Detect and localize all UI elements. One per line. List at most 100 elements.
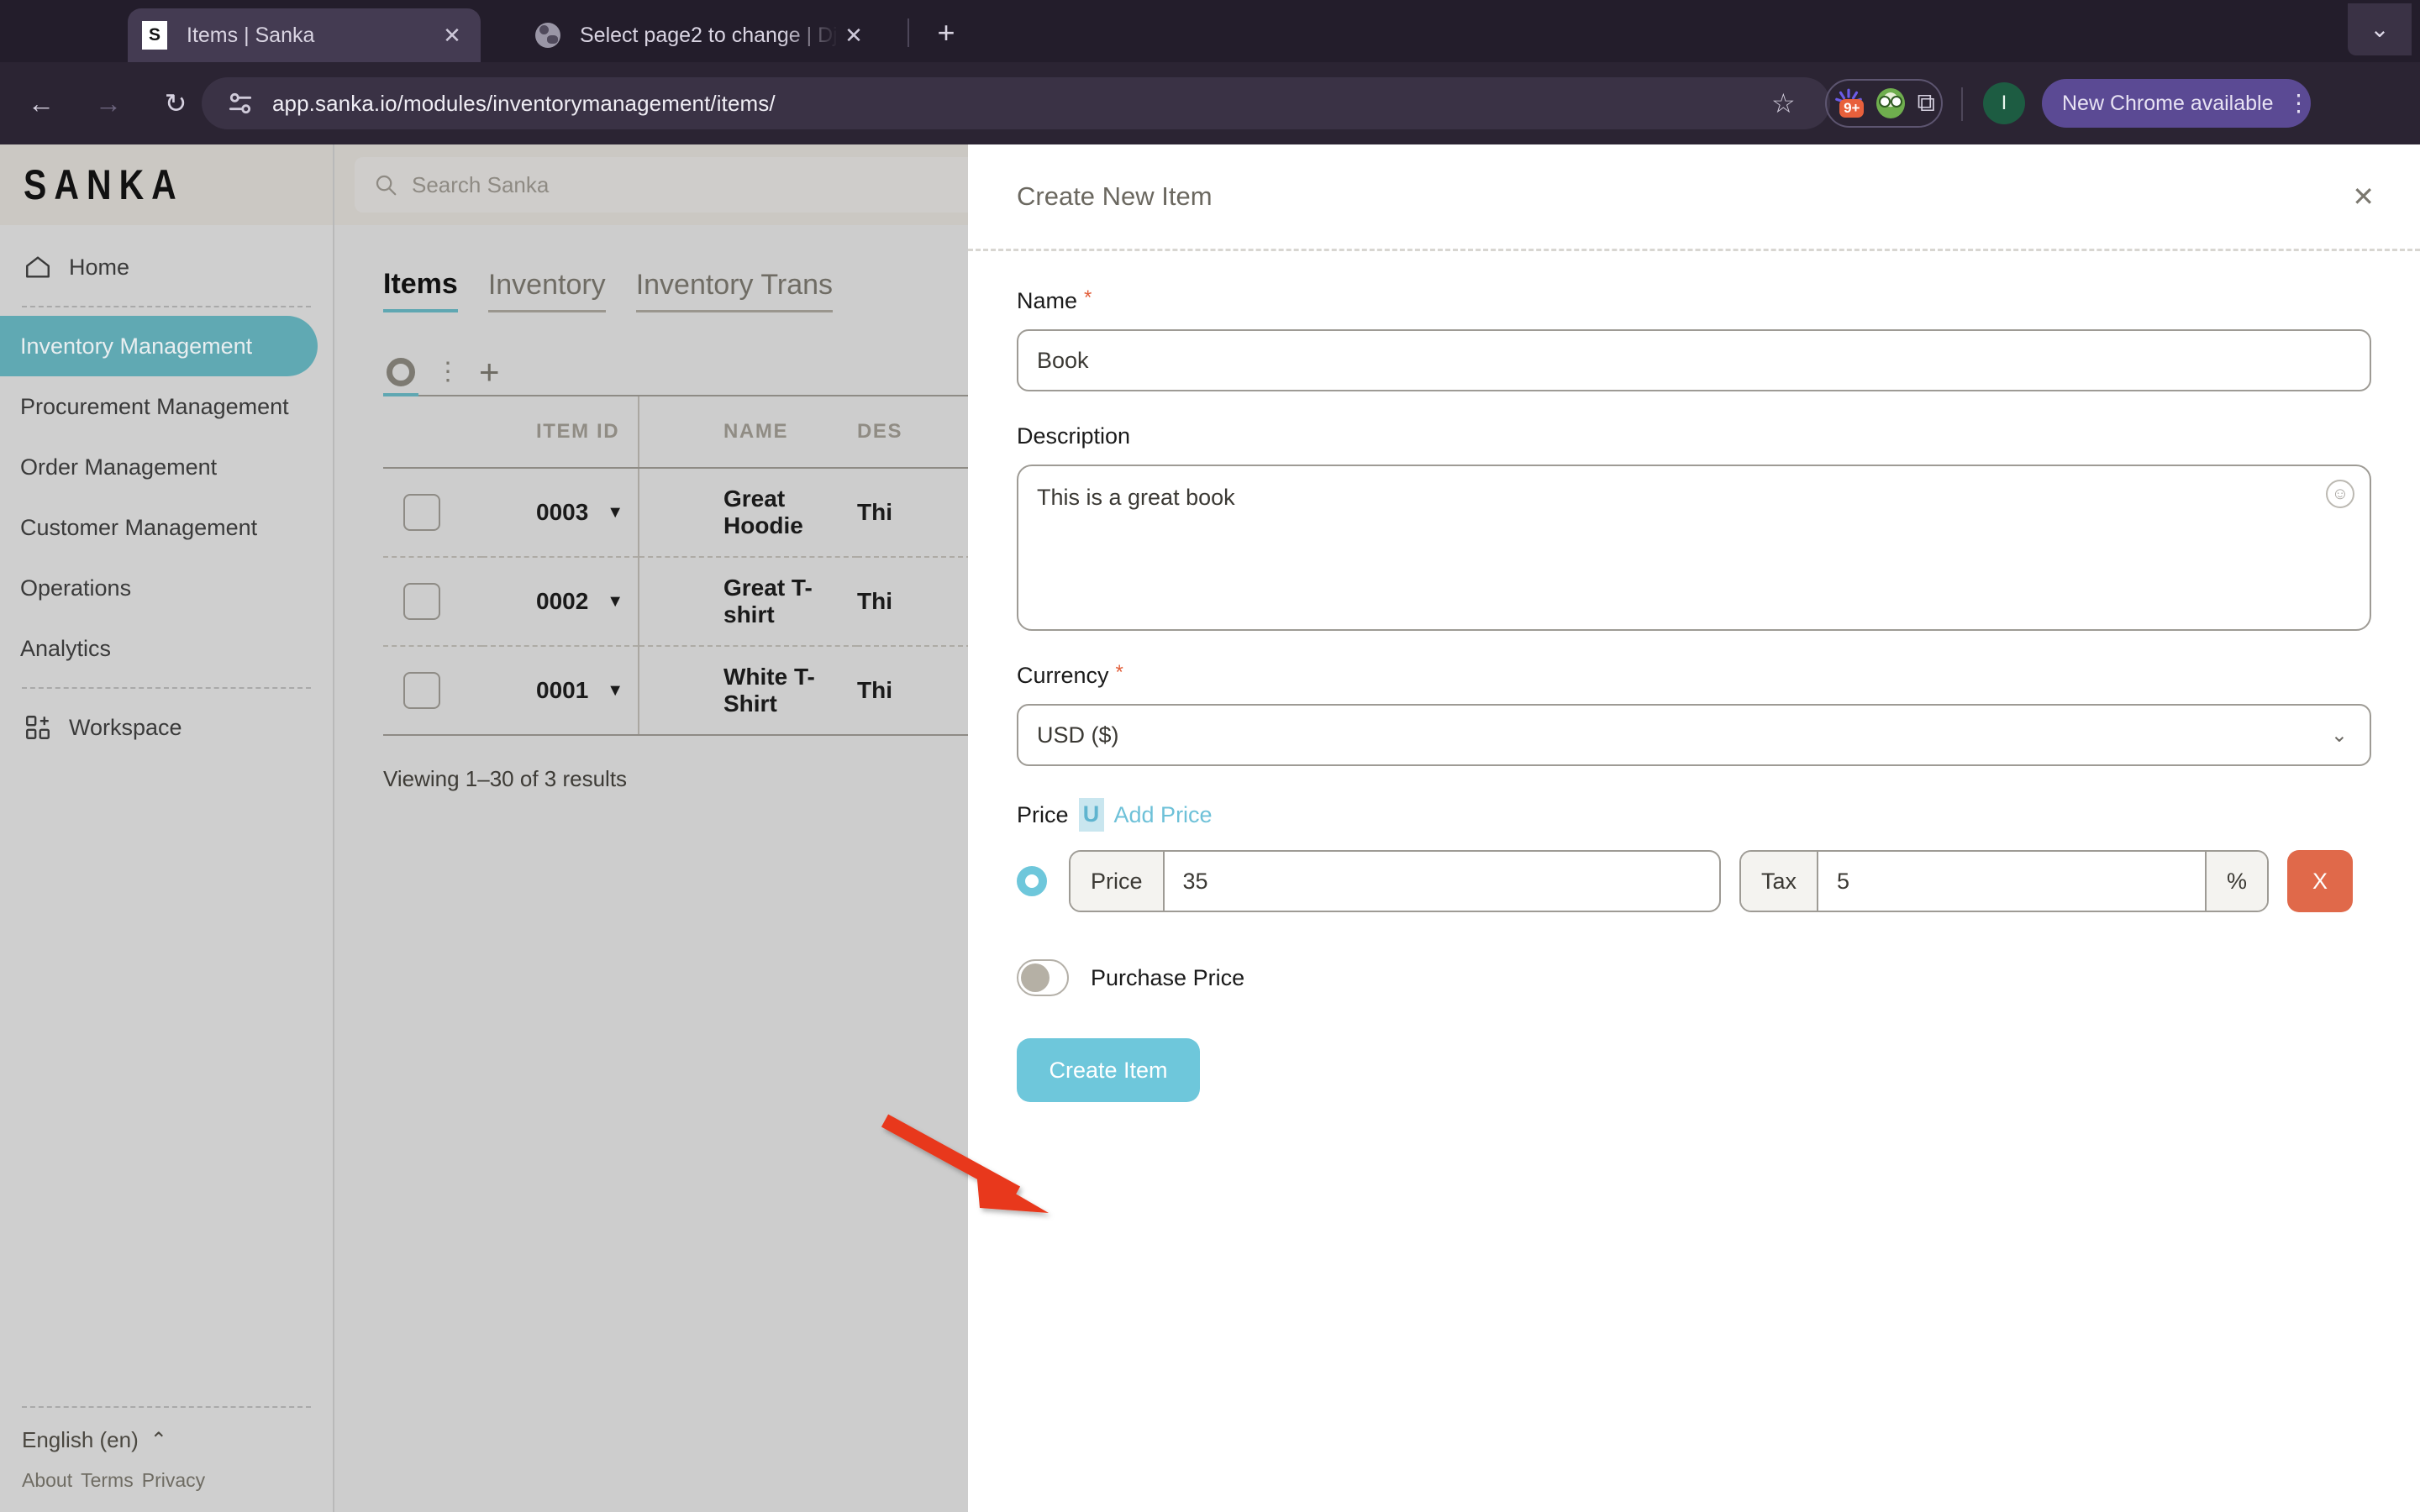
close-icon[interactable]: ✕ xyxy=(839,20,869,50)
chevron-down-icon[interactable]: ⌄ xyxy=(2348,3,2412,55)
create-item-button[interactable]: Create Item xyxy=(1017,1038,1200,1102)
chevron-down-icon[interactable]: ▼ xyxy=(607,592,623,612)
workspace-add-icon xyxy=(24,713,52,742)
tab-inventory-transactions[interactable]: Inventory Trans xyxy=(636,269,833,312)
chevron-down-icon[interactable]: ▼ xyxy=(607,503,623,522)
browser-tab-title: Items | Sanka xyxy=(187,24,437,48)
add-price-icon[interactable]: U xyxy=(1079,798,1104,832)
forward-button[interactable]: → xyxy=(82,77,134,129)
select-all-header xyxy=(383,396,482,468)
toolbar-divider xyxy=(1961,87,1963,121)
browser-tab-items-sanka[interactable]: S Items | Sanka ✕ xyxy=(128,8,481,62)
sidebar-divider xyxy=(22,1406,311,1408)
puzzle-icon[interactable]: ⧉ xyxy=(1917,89,1934,118)
description-textarea[interactable]: This is a great book ☺ xyxy=(1017,465,2371,631)
remove-price-button[interactable]: X xyxy=(2287,850,2353,912)
cell-item-id: 0003 ▼ xyxy=(482,468,639,557)
back-button[interactable]: ← xyxy=(15,77,67,129)
emoji-icon[interactable]: ☺ xyxy=(2326,480,2354,508)
browser-chrome: S Items | Sanka ✕ Select page2 to change… xyxy=(0,0,2420,144)
extension-badge-icon[interactable]: 9+ xyxy=(1833,87,1865,119)
sidebar-item-home[interactable]: Home xyxy=(0,237,333,297)
chrome-update-button[interactable]: New Chrome available ⋮ xyxy=(2042,79,2311,128)
bookmark-star-icon[interactable]: ☆ xyxy=(1771,87,1796,119)
sanka-favicon-letter: S xyxy=(142,21,167,50)
view-circle-icon[interactable] xyxy=(387,358,415,386)
add-price-link[interactable]: Add Price xyxy=(1114,802,1213,828)
site-settings-icon[interactable] xyxy=(224,87,257,120)
price-radio-selected[interactable] xyxy=(1017,866,1047,896)
name-input[interactable]: Book xyxy=(1017,329,2371,391)
terms-link[interactable]: Terms xyxy=(81,1469,134,1492)
frog-extension-icon[interactable] xyxy=(1876,88,1905,118)
language-selector[interactable]: English (en) ⌃ xyxy=(0,1416,333,1463)
price-row: Price 35 Tax 5 % X xyxy=(1017,850,2371,912)
item-id-value: 0003 xyxy=(536,499,588,526)
tab-inventory[interactable]: Inventory xyxy=(488,269,606,312)
sidebar-item-label: Operations xyxy=(20,575,131,601)
close-icon[interactable]: ✕ xyxy=(2352,183,2375,210)
chevron-down-icon[interactable]: ▼ xyxy=(607,681,623,701)
row-checkbox[interactable] xyxy=(403,494,440,531)
extension-badge-count: 9+ xyxy=(1839,99,1864,118)
address-bar[interactable]: app.sanka.io/modules/inventorymanagement… xyxy=(202,77,1830,129)
close-icon[interactable]: ✕ xyxy=(437,20,467,50)
column-header-name[interactable]: NAME xyxy=(639,396,857,468)
required-marker: * xyxy=(1084,288,1092,308)
modal-header: Create New Item ✕ xyxy=(968,144,2420,249)
currency-select[interactable]: USD ($) ⌄ xyxy=(1017,704,2371,766)
price-input-group[interactable]: Price 35 xyxy=(1069,850,1721,912)
row-checkbox-cell[interactable] xyxy=(383,557,482,646)
sidebar-item-inventory-management[interactable]: Inventory Management xyxy=(0,316,318,376)
column-header-item-id[interactable]: ITEM ID xyxy=(482,396,639,468)
currency-label-text: Currency xyxy=(1017,663,1109,689)
tax-input[interactable]: 5 xyxy=(1818,852,2205,911)
sidebar-item-label: Inventory Management xyxy=(20,333,252,360)
row-checkbox-cell[interactable] xyxy=(383,468,482,557)
browser-tab-django-admin[interactable]: Select page2 to change | Djan ✕ xyxy=(521,8,882,62)
sidebar-item-customer-management[interactable]: Customer Management xyxy=(0,497,333,558)
about-link[interactable]: About xyxy=(22,1469,72,1492)
reload-button[interactable]: ↻ xyxy=(150,77,202,129)
address-bar-url: app.sanka.io/modules/inventorymanagement… xyxy=(272,91,776,117)
tab-items[interactable]: Items xyxy=(383,268,458,312)
percent-addon-label: % xyxy=(2205,852,2267,911)
name-label-text: Name xyxy=(1017,288,1077,314)
currency-label: Currency * xyxy=(1017,663,2371,689)
brand-area: SANKA xyxy=(0,144,333,225)
row-checkbox-cell[interactable] xyxy=(383,646,482,735)
sidebar-item-workspace[interactable]: Workspace xyxy=(0,697,333,758)
sidebar-item-operations[interactable]: Operations xyxy=(0,558,333,618)
new-tab-button[interactable]: + xyxy=(929,17,963,50)
row-checkbox[interactable] xyxy=(403,583,440,620)
sidebar-footer: English (en) ⌃ About Terms Privacy xyxy=(0,1398,333,1512)
sidebar-item-order-management[interactable]: Order Management xyxy=(0,437,333,497)
price-input[interactable]: 35 xyxy=(1165,852,1719,911)
purchase-price-toggle[interactable] xyxy=(1017,959,1069,996)
cell-item-id: 0002 ▼ xyxy=(482,557,639,646)
sidebar-item-procurement-management[interactable]: Procurement Management xyxy=(0,376,333,437)
sidebar-item-label: Procurement Management xyxy=(20,394,289,420)
browser-menu-icon[interactable]: ⋮ xyxy=(2287,94,2296,113)
sidebar-divider xyxy=(22,306,311,307)
sidebar-item-label: Analytics xyxy=(20,636,111,662)
privacy-link[interactable]: Privacy xyxy=(142,1469,205,1492)
toggle-knob xyxy=(1021,963,1050,992)
legal-links: About Terms Privacy xyxy=(0,1463,333,1497)
avatar[interactable]: I xyxy=(1983,82,2025,124)
vertical-dots-icon[interactable]: ⋮ xyxy=(435,363,445,382)
currency-field-block: Currency * USD ($) ⌄ xyxy=(1017,663,2371,766)
description-label-text: Description xyxy=(1017,423,1130,449)
extensions-pill[interactable]: 9+ ⧉ xyxy=(1825,79,1943,128)
tab-strip: S Items | Sanka ✕ Select page2 to change… xyxy=(0,0,2420,62)
sidebar-item-label: Customer Management xyxy=(20,515,257,541)
browser-tab-title: Select page2 to change | Djan xyxy=(580,24,839,48)
plus-icon[interactable]: + xyxy=(479,360,500,384)
tax-input-group[interactable]: Tax 5 % xyxy=(1739,850,2269,912)
row-checkbox[interactable] xyxy=(403,672,440,709)
sidebar-item-analytics[interactable]: Analytics xyxy=(0,618,333,679)
sanka-favicon: S xyxy=(141,22,168,49)
search-icon xyxy=(373,172,398,197)
chevron-down-icon: ⌄ xyxy=(2331,723,2348,748)
create-new-item-panel: Create New Item ✕ Name * Book Descriptio… xyxy=(968,144,2420,1512)
